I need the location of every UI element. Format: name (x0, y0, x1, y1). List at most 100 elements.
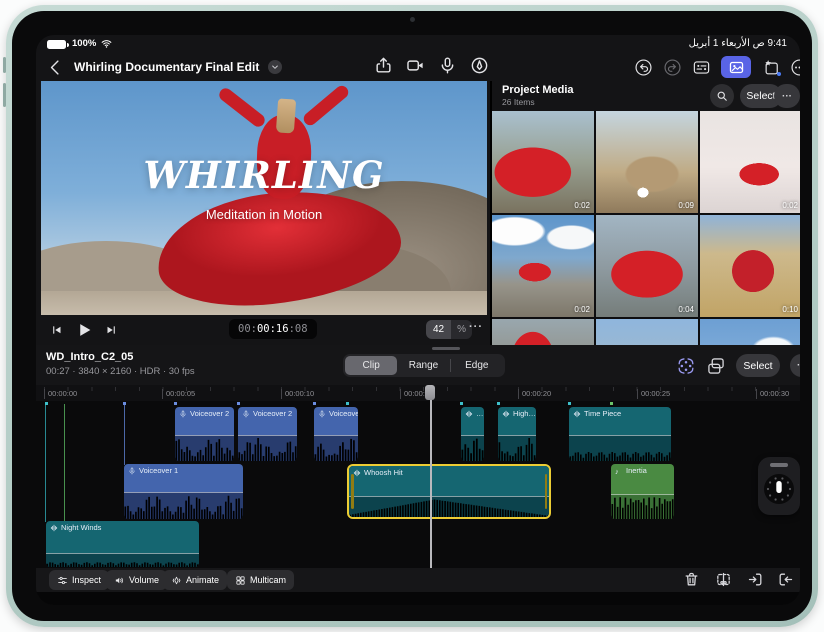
jog-wheel[interactable] (758, 457, 800, 515)
timeline-clip-voiceover-2[interactable]: Voiceover 2 (175, 407, 234, 461)
paste-star-button[interactable] (761, 58, 781, 77)
trim-handle-left[interactable] (351, 474, 354, 509)
ruler-tick: 00:00:05 (162, 389, 195, 399)
clip-label: ♪ Inertia (611, 464, 674, 477)
media-thumbnail-rock-valley[interactable]: 0:09 (596, 111, 698, 213)
edit-tools-icon[interactable] (676, 356, 696, 376)
skip-forward-button[interactable] (105, 324, 117, 336)
media-thumbnail-spin-close[interactable]: 0:04 (596, 215, 698, 317)
append-button[interactable] (777, 571, 794, 588)
clip-waveform (46, 553, 199, 567)
clip-label: … (461, 407, 484, 420)
clip-duration: 0:02 (574, 201, 590, 210)
clip-body (569, 420, 671, 435)
more-button[interactable] (790, 58, 800, 77)
top-button (3, 57, 6, 73)
timeline-clip-voiceover-2[interactable]: Voiceover 2 (238, 407, 297, 461)
media-thumbnail-salt-flat[interactable]: 0:02 (700, 111, 800, 213)
project-media-panel: Project Media 26 Items Select ··· 0:02 0:… (490, 81, 800, 345)
timeline-clip--[interactable]: … (461, 407, 484, 461)
clip-label: Whoosh Hit (349, 466, 549, 479)
media-browser-button[interactable] (721, 56, 751, 78)
dancer-hat (275, 98, 297, 134)
mode-range[interactable]: Range (397, 356, 449, 375)
viewer-zoom-control[interactable]: 42 % (426, 320, 473, 339)
timeline-clips-area[interactable]: Voiceover 2 Voiceover 2 Voiceover 3 … High… T… (36, 401, 800, 568)
multicam-button[interactable]: Multicam (227, 570, 295, 590)
timeline-clip-high-[interactable]: High… (498, 407, 536, 461)
multicam-view-icon[interactable] (706, 356, 726, 376)
undo-button[interactable] (634, 58, 653, 77)
microphone-icon (242, 410, 250, 418)
clip-duration: 0:02 (574, 305, 590, 314)
inspector-button[interactable] (692, 58, 711, 77)
camera-button[interactable] (406, 56, 425, 75)
insert-button[interactable] (747, 571, 764, 588)
playhead-handle[interactable] (425, 385, 435, 400)
clip-waveform (314, 435, 358, 461)
timeline-resize-handle[interactable] (432, 347, 460, 350)
clip-body (314, 420, 358, 435)
bottom-toolbar: Inspect Volume Animate Multicam (36, 568, 800, 592)
blade-button[interactable] (715, 571, 732, 588)
button-label: Animate (186, 575, 220, 585)
jog-grip[interactable] (770, 463, 788, 467)
play-icon (75, 321, 93, 339)
media-thumbnail-beach-spin[interactable]: 0:02 (492, 111, 594, 213)
clip-waveform (461, 435, 484, 461)
inspector-icon (692, 58, 711, 77)
back-icon (46, 58, 65, 77)
timeline-more-button[interactable]: ··· (790, 354, 800, 377)
clip-waveform (175, 435, 234, 461)
timeline-select-button[interactable]: Select (736, 354, 780, 377)
inspect-button[interactable]: Inspect (49, 570, 110, 590)
media-grid: 0:02 0:09 0:02 0:02 0:04 0:10 (492, 111, 800, 345)
timecode-display[interactable]: 00: 00:16:08 (229, 319, 317, 339)
screen: 100% 9:41 ص الأربعاء 1 أبريل Whirling Do… (36, 35, 800, 605)
mode-edge[interactable]: Edge (451, 356, 503, 375)
search-button[interactable] (710, 84, 734, 108)
chevron-down-icon (271, 63, 279, 71)
timeline-clip-whoosh-hit[interactable]: Whoosh Hit (347, 464, 551, 519)
back-button[interactable] (46, 58, 65, 77)
clip-body (498, 420, 536, 435)
mode-clip[interactable]: Clip (345, 356, 398, 375)
redo-button[interactable] (663, 58, 682, 77)
media-more-button[interactable]: ··· (774, 84, 800, 108)
media-thumbnail-hat-closeup[interactable] (596, 319, 698, 345)
volume-button[interactable]: Volume (106, 570, 168, 590)
clip-body (349, 479, 549, 496)
pencil-button[interactable] (470, 56, 489, 75)
timeline-ruler[interactable]: 00:00:00 00:00:05 00:00:10 00:00:15 00:00:20… (36, 385, 800, 402)
trim-handle-right[interactable] (544, 474, 547, 509)
timecode-frames: :08 (288, 323, 308, 335)
viewer-more-button[interactable]: ··· (469, 321, 483, 333)
microphone-button[interactable] (438, 56, 457, 75)
media-thumbnail-sky-clouds[interactable] (700, 319, 800, 345)
timeline-clip-time-piece[interactable]: Time Piece (569, 407, 671, 461)
trash-button[interactable] (683, 571, 700, 588)
media-thumbnail-wheat-field[interactable]: 0:10 (700, 215, 800, 317)
timeline-clip-voiceover-1[interactable]: Voiceover 1 (124, 464, 243, 519)
title-menu-button[interactable] (268, 60, 283, 74)
share-button[interactable] (374, 56, 393, 75)
front-camera (410, 17, 415, 22)
connected-clip-dot (174, 402, 177, 405)
jog-dial[interactable] (763, 473, 795, 505)
connected-clip-dot (460, 402, 463, 405)
timeline-clip-night-winds[interactable]: Night Winds (46, 521, 199, 567)
timeline-clip-inertia[interactable]: ♪ Inertia (611, 464, 674, 519)
waveform-icon (502, 410, 510, 418)
media-thumbnail-badlands-sky[interactable]: 0:02 (492, 215, 594, 317)
animate-button[interactable]: Animate (163, 570, 228, 590)
more-icon (790, 58, 800, 77)
timeline-clip-voiceover-3[interactable]: Voiceover 3 (314, 407, 358, 461)
media-thumbnail-badlands-torso[interactable] (492, 319, 594, 345)
clip-waveform (611, 494, 674, 519)
video-viewer[interactable]: WHIRLING Meditation in Motion (41, 81, 487, 315)
skip-back-button[interactable] (51, 324, 63, 336)
project-title: Whirling Documentary Final Edit (74, 60, 260, 74)
playhead-line (430, 385, 432, 568)
title-group: Whirling Documentary Final Edit (46, 53, 283, 81)
play-button[interactable] (75, 321, 93, 339)
